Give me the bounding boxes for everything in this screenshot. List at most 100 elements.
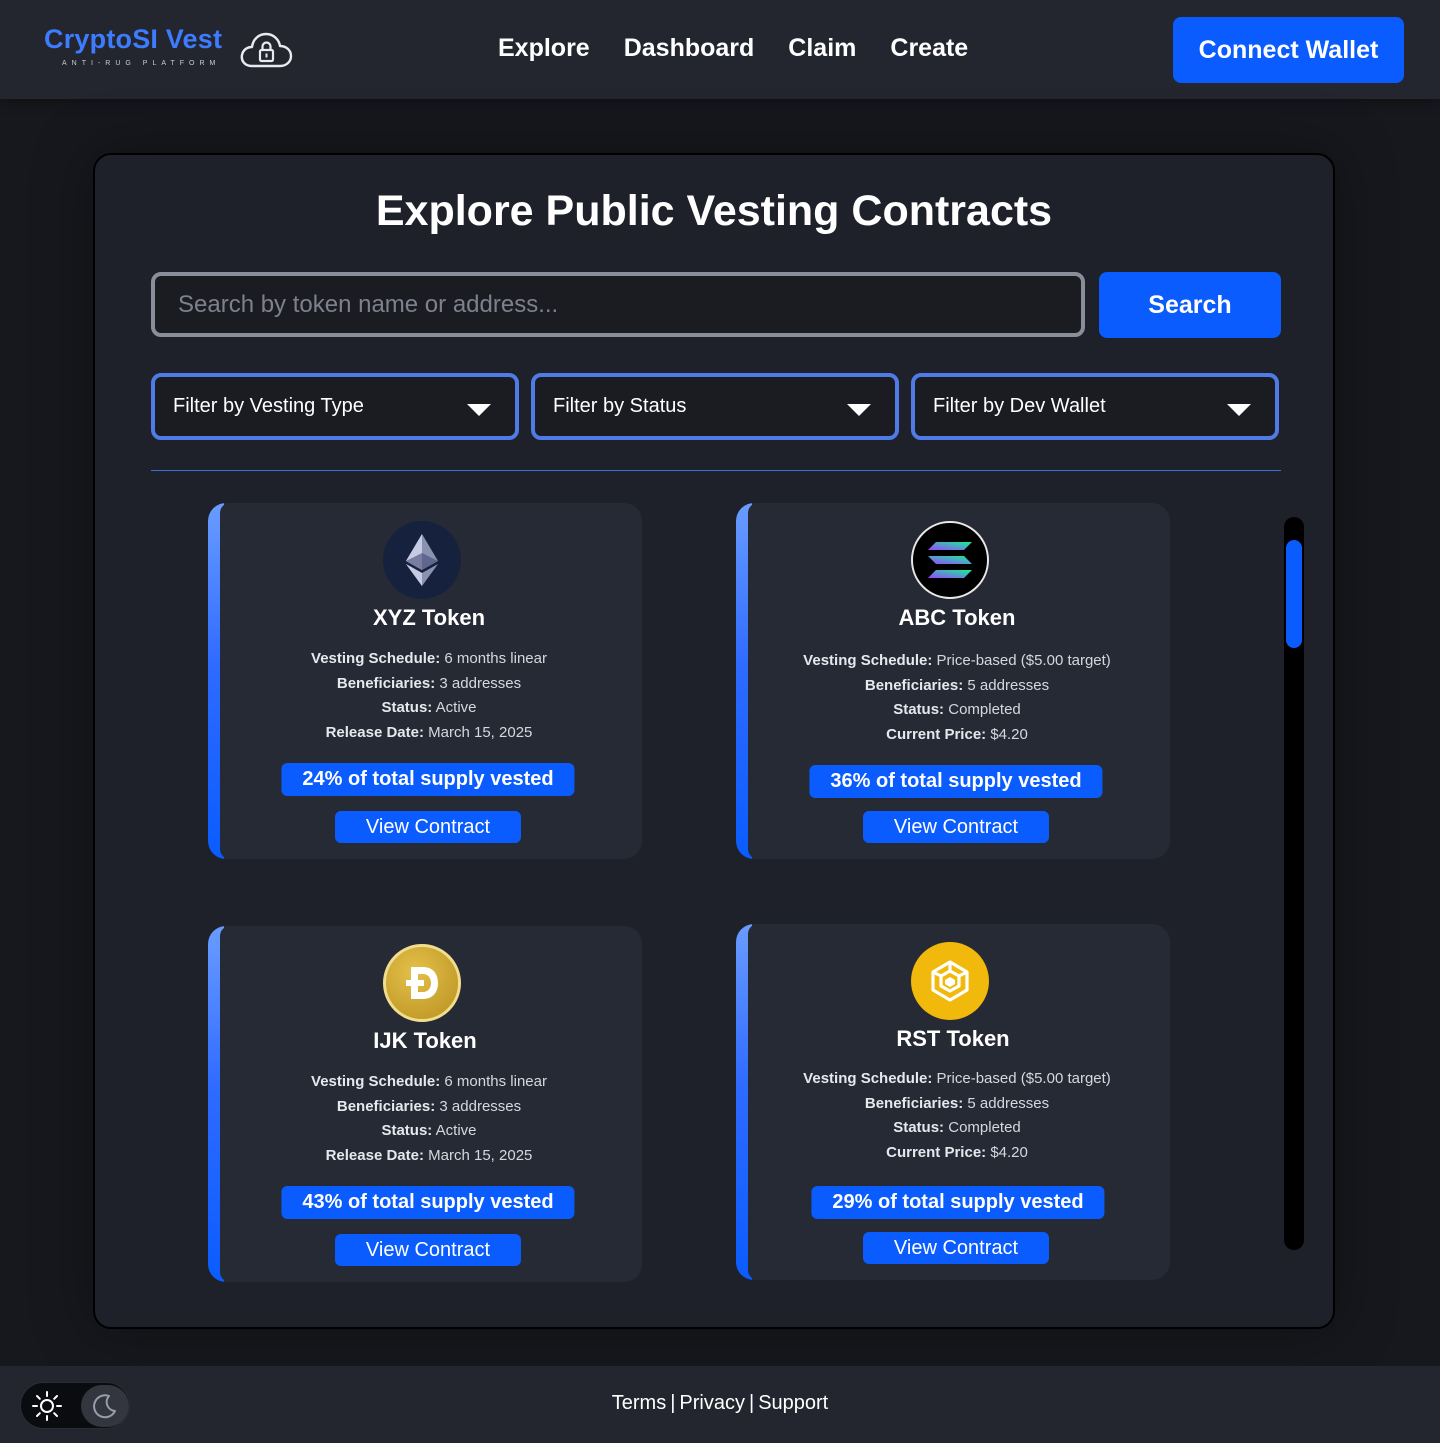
nav-dashboard[interactable]: Dashboard	[624, 34, 755, 63]
field-label: Status:	[893, 1119, 945, 1137]
token-card: RST Token Vesting Schedule: Price-based …	[736, 924, 1170, 1280]
search-input[interactable]	[151, 272, 1085, 337]
logo-subtitle: ANTI-RUG PLATFORM	[62, 60, 221, 67]
nav-create[interactable]: Create	[890, 34, 968, 63]
token-name: IJK Token	[373, 1028, 477, 1053]
field-value: March 15, 2025	[428, 1147, 533, 1165]
supply-vested-badge: 29% of total supply vested	[811, 1186, 1105, 1219]
token-name: XYZ Token	[372, 605, 486, 630]
scrollbar-thumb[interactable]	[1286, 540, 1302, 648]
field-label: Beneficiaries:	[864, 676, 964, 694]
status-row: Status: Completed	[744, 698, 1170, 723]
caret-down-icon	[1227, 404, 1251, 416]
token-card: IJK Token Vesting Schedule: 6 months lin…	[208, 926, 642, 1282]
field-label: Vesting Schedule:	[803, 652, 933, 669]
token-details: Vesting Schedule: 6 months linear Benefi…	[216, 647, 642, 746]
field-value: Active	[435, 1122, 477, 1140]
divider	[151, 470, 1281, 471]
field-label: Release Date:	[325, 1147, 424, 1165]
token-name: RST Token	[896, 1026, 1010, 1051]
supply-vested-badge: 36% of total supply vested	[809, 765, 1103, 798]
token-name: ABC Token	[898, 605, 1016, 630]
vesting-schedule-row: Vesting Schedule: 6 months linear	[216, 1070, 642, 1095]
field-value: $4.20	[990, 726, 1028, 744]
bnb-icon	[911, 942, 989, 1020]
terms-link[interactable]: Terms	[612, 1392, 666, 1414]
filter-vesting-type-select[interactable]: Filter by Vesting Type	[151, 373, 519, 440]
supply-vested-badge: 43% of total supply vested	[281, 1186, 575, 1219]
separator: |	[670, 1392, 676, 1414]
privacy-link[interactable]: Privacy	[679, 1392, 745, 1414]
connect-wallet-button[interactable]: Connect Wallet	[1173, 17, 1404, 83]
field-value: Price-based ($5.00 target)	[936, 1070, 1111, 1087]
support-link[interactable]: Support	[758, 1392, 828, 1414]
footer: Terms | Privacy | Support	[0, 1366, 1440, 1443]
beneficiaries-row: Beneficiaries: 5 addresses	[744, 674, 1170, 699]
field-value: March 15, 2025	[428, 724, 533, 742]
token-details: Vesting Schedule: 6 months linear Benefi…	[216, 1070, 642, 1169]
field-value: Active	[435, 699, 477, 717]
filter-label: Filter by Status	[553, 395, 687, 417]
field-label: Current Price:	[886, 726, 987, 744]
token-details: Vesting Schedule: Price-based ($5.00 tar…	[744, 649, 1170, 748]
field-value: 6 months linear	[444, 650, 547, 667]
release-date-row: Release Date: March 15, 2025	[216, 721, 642, 746]
field-value: 6 months linear	[444, 1073, 547, 1090]
ethereum-icon	[383, 521, 461, 599]
dogecoin-icon	[383, 944, 461, 1022]
field-label: Vesting Schedule:	[311, 650, 441, 667]
field-label: Beneficiaries:	[336, 1097, 436, 1115]
view-contract-button[interactable]: View Contract	[863, 811, 1049, 843]
token-card: XYZ Token Vesting Schedule: 6 months lin…	[208, 503, 642, 859]
supply-vested-badge: 24% of total supply vested	[281, 763, 575, 796]
filter-status-select[interactable]: Filter by Status	[531, 373, 899, 440]
view-contract-button[interactable]: View Contract	[863, 1232, 1049, 1264]
field-label: Vesting Schedule:	[311, 1073, 441, 1090]
field-value: $4.20	[990, 1144, 1028, 1162]
logo-title: CryptoSI Vest	[44, 24, 223, 54]
field-value: 5 addresses	[967, 676, 1050, 694]
field-label: Status:	[381, 699, 433, 717]
field-label: Status:	[381, 1122, 433, 1140]
status-row: Status: Completed	[744, 1116, 1170, 1141]
vesting-schedule-row: Vesting Schedule: Price-based ($5.00 tar…	[744, 1067, 1170, 1092]
main-nav: Explore Dashboard Claim Create	[498, 34, 968, 63]
view-contract-button[interactable]: View Contract	[335, 1234, 521, 1266]
filter-label: Filter by Dev Wallet	[933, 395, 1106, 417]
beneficiaries-row: Beneficiaries: 5 addresses	[744, 1092, 1170, 1117]
beneficiaries-row: Beneficiaries: 3 addresses	[216, 1095, 642, 1120]
filter-label: Filter by Vesting Type	[173, 395, 364, 417]
top-navbar: CryptoSI Vest ANTI-RUG PLATFORM Explore …	[0, 0, 1440, 99]
field-value: Completed	[948, 701, 1021, 719]
current-price-row: Current Price: $4.20	[744, 1141, 1170, 1166]
field-label: Release Date:	[325, 724, 424, 742]
field-label: Vesting Schedule:	[803, 1070, 933, 1087]
logo[interactable]: CryptoSI Vest ANTI-RUG PLATFORM	[44, 24, 222, 67]
caret-down-icon	[467, 404, 491, 416]
field-label: Current Price:	[886, 1144, 987, 1162]
footer-links: Terms | Privacy | Support	[0, 1392, 1440, 1415]
page-title: Explore Public Vesting Contracts	[375, 187, 1053, 235]
release-date-row: Release Date: March 15, 2025	[216, 1144, 642, 1169]
field-label: Beneficiaries:	[864, 1094, 964, 1112]
view-contract-button[interactable]: View Contract	[335, 811, 521, 843]
status-row: Status: Active	[216, 696, 642, 721]
solana-icon	[911, 521, 989, 599]
nav-explore[interactable]: Explore	[498, 34, 590, 63]
scrollbar[interactable]	[1284, 517, 1304, 1250]
search-button[interactable]: Search	[1099, 272, 1281, 338]
current-price-row: Current Price: $4.20	[744, 723, 1170, 748]
field-value: Completed	[948, 1119, 1021, 1137]
filter-dev-wallet-select[interactable]: Filter by Dev Wallet	[911, 373, 1279, 440]
vesting-schedule-row: Vesting Schedule: 6 months linear	[216, 647, 642, 672]
explore-panel: Explore Public Vesting Contracts Search …	[93, 153, 1335, 1329]
field-value: 5 addresses	[967, 1094, 1050, 1112]
token-details: Vesting Schedule: Price-based ($5.00 tar…	[744, 1067, 1170, 1166]
field-value: 3 addresses	[439, 1097, 522, 1115]
status-row: Status: Active	[216, 1119, 642, 1144]
field-label: Status:	[893, 701, 945, 719]
cloud-lock-icon	[240, 32, 293, 68]
beneficiaries-row: Beneficiaries: 3 addresses	[216, 672, 642, 697]
nav-claim[interactable]: Claim	[788, 34, 856, 63]
field-value: Price-based ($5.00 target)	[936, 652, 1111, 669]
